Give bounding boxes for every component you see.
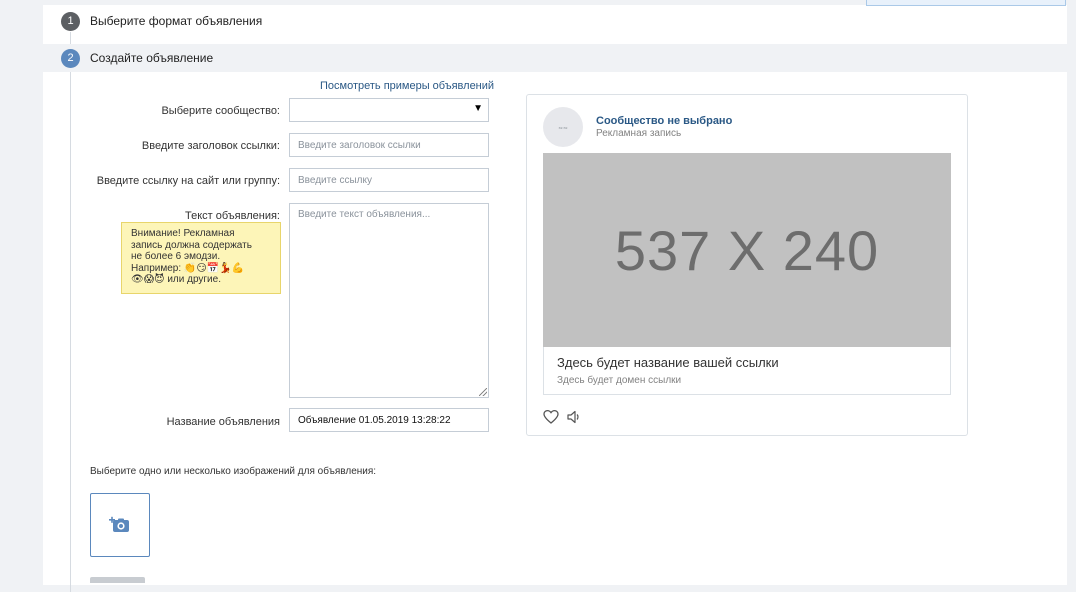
steps-connector [70, 32, 71, 592]
ad-text-label: Текст объявления: [185, 210, 280, 222]
step-1-header[interactable]: 1 Выберите формат объявления [43, 7, 1067, 35]
community-select[interactable]: ▼ [289, 98, 489, 122]
ad-text-placeholder: Введите текст объявления... [298, 209, 431, 220]
link-url-input[interactable]: Введите ссылку [289, 168, 489, 192]
preview-link-card[interactable]: Здесь будет название вашей ссылки Здесь … [543, 347, 951, 395]
resize-grip-icon[interactable] [479, 388, 487, 396]
step-1-title: Выберите формат объявления [90, 14, 263, 28]
preview-community-name[interactable]: Сообщество не выбрано [596, 115, 732, 127]
ad-name-input[interactable]: Объявление 01.05.2019 13:28:22 [289, 408, 489, 432]
top-hint-box [866, 0, 1066, 6]
like-icon[interactable] [543, 409, 559, 425]
warning-line-5: 👁😱😈 или другие. [131, 274, 271, 286]
link-title-label: Введите заголовок ссылки: [141, 140, 280, 152]
next-button[interactable] [90, 577, 145, 583]
step-2-title: Создайте объявление [90, 51, 214, 65]
warning-other-label: или другие. [167, 274, 221, 285]
emoji-warning: Внимание! Рекламная запись должна содерж… [121, 222, 281, 294]
community-label: Выберите сообщество: [161, 105, 280, 117]
preview-post-type: Рекламная запись [596, 128, 682, 139]
warning-line-1: Внимание! Рекламная [131, 228, 235, 239]
warning-line-2: запись должна содержать [131, 239, 252, 251]
share-icon[interactable] [566, 409, 582, 425]
link-title-input[interactable]: Введите заголовок ссылки [289, 133, 489, 157]
preview-image-placeholder: 537 X 240 [543, 153, 951, 347]
community-avatar: вк вк [543, 107, 583, 147]
ad-text-input[interactable]: Введите текст объявления... [289, 203, 489, 398]
step-2-header[interactable]: 2 Создайте объявление [43, 44, 1067, 72]
emoji-examples-1: 👏😏📅💃💪 [183, 262, 245, 274]
preview-link-title: Здесь будет название вашей ссылки [557, 355, 779, 370]
link-url-label: Введите ссылку на сайт или группу: [96, 175, 280, 187]
preview-link-domain: Здесь будет домен ссылки [557, 375, 682, 386]
warning-line-4: Например: 👏😏📅💃💪 [131, 263, 271, 275]
step-2-number: 2 [61, 48, 80, 68]
ad-preview: вк вк Сообщество не выбрано Рекламная за… [526, 94, 968, 436]
warning-example-label: Например: [131, 262, 182, 274]
images-label: Выберите одно или несколько изображений … [90, 466, 377, 477]
dropdown-arrow-icon: ▼ [473, 103, 483, 114]
upload-image-button[interactable] [90, 493, 150, 557]
emoji-examples-2: 👁😱😈 [131, 274, 165, 285]
examples-link[interactable]: Посмотреть примеры объявлений [320, 80, 494, 92]
warning-line-3: не более 6 эмодзи. [131, 251, 221, 262]
ad-name-label: Название объявления [166, 416, 280, 428]
step-1-number: 1 [61, 11, 80, 31]
add-photo-icon [109, 516, 129, 532]
